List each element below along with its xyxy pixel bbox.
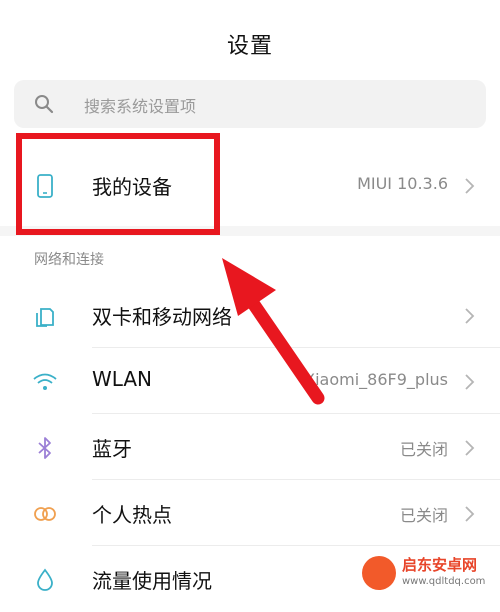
- settings-item-label: 流量使用情况: [92, 569, 212, 593]
- settings-item-dual-sim[interactable]: 双卡和移动网络: [0, 282, 500, 348]
- wlan-network-name: Xiaomi_86F9_plus: [304, 370, 448, 389]
- section-header-network: 网络和连接: [34, 252, 104, 268]
- search-icon: [35, 95, 54, 114]
- settings-item-label: 蓝牙: [92, 437, 132, 461]
- chevron-right-icon: [465, 506, 475, 522]
- annotation-highlight-box: [16, 133, 220, 235]
- settings-item-label: 个人热点: [92, 503, 172, 527]
- settings-item-label: 双卡和移动网络: [92, 305, 232, 329]
- hotspot-status: 已关闭: [399, 506, 448, 525]
- data-usage-icon: [37, 568, 53, 591]
- watermark-name: 启东安卓网: [402, 556, 478, 574]
- chevron-right-icon: [465, 440, 475, 456]
- chevron-right-icon: [465, 178, 475, 194]
- settings-item-label: WLAN: [92, 367, 153, 391]
- chevron-right-icon: [465, 308, 475, 324]
- hotspot-icon: [34, 507, 56, 521]
- miui-version: MIUI 10.3.6: [357, 174, 448, 193]
- watermark-logo-icon: [362, 556, 396, 590]
- chevron-right-icon: [465, 374, 475, 390]
- watermark-url: www.qdltdq.com: [402, 576, 486, 587]
- settings-item-bluetooth[interactable]: 蓝牙 已关闭: [0, 414, 500, 480]
- bluetooth-icon: [38, 437, 51, 459]
- sim-card-icon: [36, 308, 54, 327]
- bluetooth-status: 已关闭: [399, 440, 448, 459]
- search-bar[interactable]: 搜索系统设置项: [14, 80, 486, 128]
- watermark: 启东安卓网 www.qdltdq.com: [362, 552, 492, 594]
- settings-item-hotspot[interactable]: 个人热点 已关闭: [0, 480, 500, 546]
- wifi-icon: [33, 373, 57, 390]
- settings-item-wlan[interactable]: WLAN Xiaomi_86F9_plus: [0, 348, 500, 414]
- page-title: 设置: [226, 34, 273, 59]
- search-placeholder: 搜索系统设置项: [84, 97, 197, 116]
